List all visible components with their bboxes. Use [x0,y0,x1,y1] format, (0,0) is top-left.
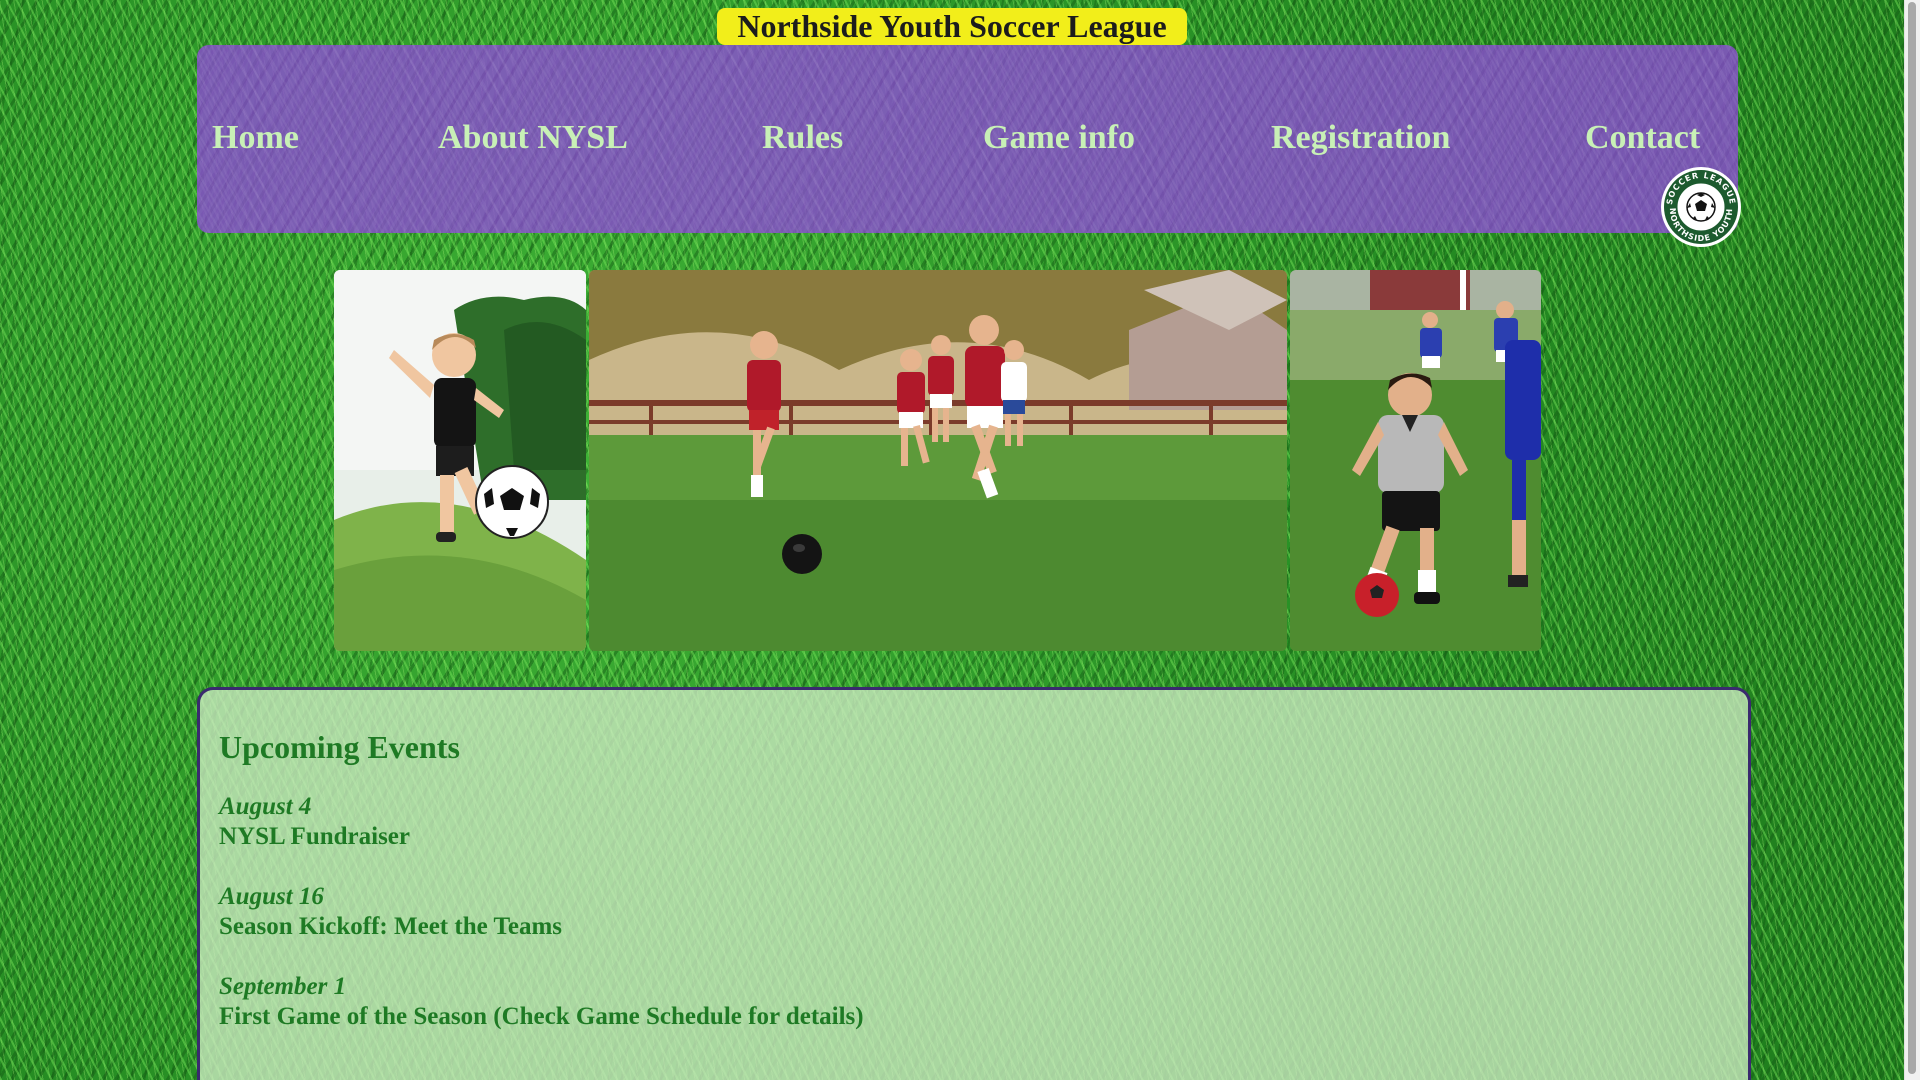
event-date: September 1 [219,973,347,1000]
nav-game-info-link[interactable]: Game info [983,115,1135,161]
event-title: Season Kickoff: Meet the Teams [219,913,563,940]
event-item: August 4 NYSL Fundraiser [219,792,410,852]
nav-registration-link[interactable]: Registration [1271,115,1450,161]
nav-about-link[interactable]: About NYSL [438,115,628,161]
boy-dribbling-photo [1290,270,1541,651]
nav-rules-link[interactable]: Rules [762,115,843,161]
event-item: September 1 First Game of the Season (Ch… [219,972,864,1032]
events-heading: Upcoming Events [219,729,460,765]
event-title: NYSL Fundraiser [219,823,411,850]
event-title: First Game of the Season (Check Game Sch… [219,1003,864,1030]
site-title: Northside Youth Soccer League [717,8,1187,45]
team-running-photo [589,270,1287,651]
event-date: August 4 [219,793,312,820]
nav-contact-link[interactable]: Contact [1585,115,1700,161]
event-date: August 16 [219,883,324,910]
page-scrollbar[interactable] [1904,0,1920,1080]
event-item: August 16 Season Kickoff: Meet the Teams [219,882,562,942]
league-logo[interactable]: SOCCER LEAGUE NORTHSIDE YOUTH [1660,166,1742,248]
main-navbar [197,45,1738,233]
nav-home-link[interactable]: Home [212,115,299,161]
boy-kicking-ball-photo [334,270,586,651]
scrollbar-thumb[interactable] [1908,2,1916,1074]
